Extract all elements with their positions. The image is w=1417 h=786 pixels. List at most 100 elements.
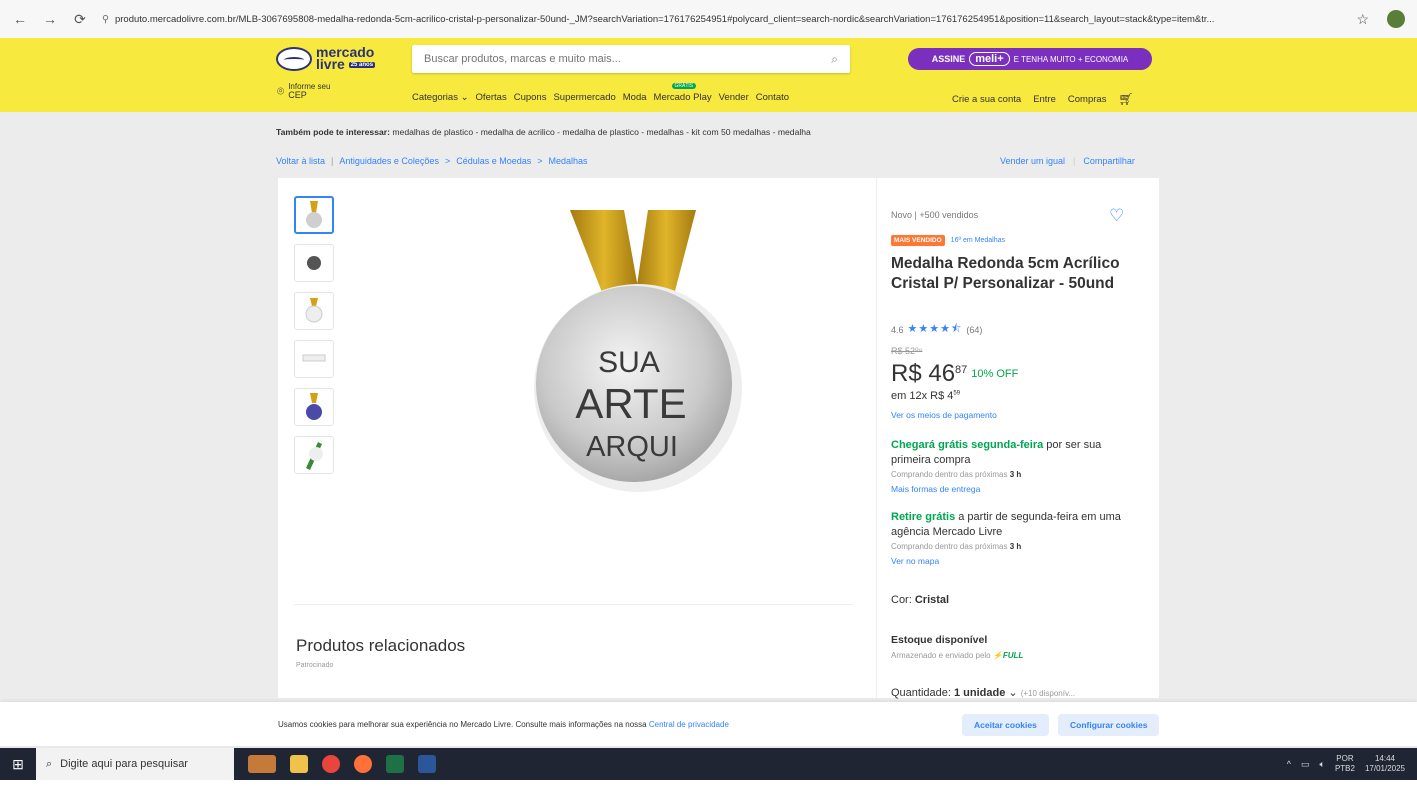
breadcrumb-arrow: >: [444, 156, 451, 166]
installments-cents: 59: [953, 390, 961, 397]
taskbar-search[interactable]: ⌕ Digite aqui para pesquisar: [36, 748, 234, 780]
reload-icon[interactable]: ⟳: [72, 11, 88, 28]
medal-text-line1: SUA: [598, 346, 660, 379]
search-box[interactable]: ⌕: [412, 45, 850, 73]
breadcrumb-antiguidades[interactable]: Antiguidades e Coleções: [339, 156, 439, 166]
tray-chevron-up-icon[interactable]: ^: [1287, 759, 1291, 769]
create-account-link[interactable]: Crie a sua conta: [952, 94, 1021, 105]
current-price: R$ 46 87 10% OFF: [891, 360, 1018, 388]
color-selector[interactable]: Cor: Cristal: [891, 594, 949, 606]
related-searches-links[interactable]: medalhas de plastico - medalha de acrili…: [392, 127, 810, 137]
chevron-down-icon: ⌄: [1008, 687, 1018, 699]
address-bar[interactable]: ⚲ produto.mercadolivre.com.br/MLB-3067695…: [102, 14, 1342, 25]
rating-row[interactable]: 4.6 ★★★★⯪ (64): [891, 320, 982, 339]
more-delivery-options-link[interactable]: Mais formas de entrega: [891, 482, 1127, 496]
thumbnail[interactable]: [294, 292, 334, 330]
pickup-deadline-text: Comprando dentro das próximas: [891, 542, 1008, 551]
bestseller-row: MAIS VENDIDO 16º em Medalhas: [891, 235, 1005, 246]
bottom-strip: [0, 780, 1417, 786]
search-input[interactable]: [424, 53, 832, 65]
nav-mercado-play[interactable]: GRÁTIS Mercado Play: [654, 83, 712, 103]
nav-contato[interactable]: Contato: [756, 92, 789, 103]
bookmark-star-icon[interactable]: ☆: [1356, 11, 1369, 28]
nav-supermercado[interactable]: Supermercado: [553, 92, 615, 103]
user-nav: Crie a sua conta Entre Compras 🛒︎: [952, 92, 1134, 106]
word-icon[interactable]: [418, 755, 436, 773]
purchases-link[interactable]: Compras: [1068, 94, 1107, 105]
breadcrumb-separator: |: [331, 156, 334, 166]
thumbnail[interactable]: [294, 388, 334, 426]
lang-line1: POR: [1336, 754, 1354, 763]
share-link[interactable]: Compartilhar: [1083, 156, 1135, 166]
cep-selector[interactable]: ⌾ Informe seu CEP: [277, 82, 330, 100]
profile-avatar[interactable]: [1387, 10, 1405, 28]
nav-categorias[interactable]: Categorias ⌄: [412, 92, 469, 103]
nav-ofertas[interactable]: Ofertas: [476, 92, 507, 103]
quantity-selector[interactable]: Quantidade: 1 unidade ⌄ (+10 disponív...: [891, 686, 1075, 699]
nav-cupons[interactable]: Cupons: [514, 92, 547, 103]
category-rank-link[interactable]: 16º em Medalhas: [951, 237, 1005, 244]
file-explorer-icon[interactable]: [290, 755, 308, 773]
stock-sub-text: Armazenado e enviado pelo: [891, 651, 991, 660]
breadcrumb-cedulas[interactable]: Cédulas e Moedas: [456, 156, 531, 166]
view-map-link[interactable]: Ver no mapa: [891, 554, 1127, 568]
site-header: mercado livre 25 anos ⌕ ASSINE meli+ E T…: [0, 38, 1417, 112]
news-widget-icon[interactable]: [248, 755, 276, 773]
search-icon[interactable]: ⌕: [831, 52, 838, 67]
configure-cookies-button[interactable]: Configurar cookies: [1058, 714, 1160, 736]
free-pickup-text: Retire grátis: [891, 511, 956, 523]
rating-stars-icon: ★★★★⯪: [907, 323, 963, 335]
language-indicator[interactable]: POR PTB2: [1335, 754, 1355, 774]
sponsored-label: Patrocinado: [296, 662, 334, 669]
nav-moda[interactable]: Moda: [623, 92, 647, 103]
stock-title: Estoque disponível: [891, 634, 988, 646]
clock[interactable]: 14:44 17/01/2025: [1365, 754, 1405, 774]
shipping-deadline-text: Comprando dentro das próximas: [891, 470, 1008, 479]
lang-line2: PTB2: [1334, 764, 1355, 773]
login-link[interactable]: Entre: [1033, 94, 1056, 105]
thumbnail[interactable]: [294, 340, 334, 378]
rating-count: (64): [966, 324, 983, 335]
product-card: SUA ARTE ARQUI Produtos relacionados Pat…: [278, 178, 1159, 699]
location-pin-icon: ⌾: [277, 83, 285, 98]
firefox-icon[interactable]: [354, 755, 372, 773]
quantity-value: 1 unidade: [954, 687, 1006, 699]
buy-box: Novo | +500 vendidos ♡ MAIS VENDIDO 16º …: [876, 178, 1146, 699]
chrome-icon[interactable]: [322, 755, 340, 773]
windows-start-icon[interactable]: ⊞: [0, 748, 36, 780]
meli-plus-banner[interactable]: ASSINE meli+ E TENHA MUITO + ECONOMIA: [908, 48, 1152, 70]
main-product-image[interactable]: SUA ARTE ARQUI: [528, 208, 748, 518]
search-icon: ⌕: [46, 757, 53, 770]
windows-taskbar: ⊞ ⌕ Digite aqui para pesquisar ^ ▭ 🔈︎ PO…: [0, 748, 1417, 780]
favorite-heart-icon[interactable]: ♡: [1109, 206, 1124, 226]
excel-icon[interactable]: [386, 755, 404, 773]
quantity-label: Quantidade:: [891, 687, 951, 699]
section-divider: [294, 604, 854, 605]
anniversary-badge: 25 anos: [348, 62, 376, 69]
related-searches: Também pode te interessar: medalhas de p…: [276, 127, 811, 137]
meli-plus-logo: meli+: [969, 52, 1010, 66]
privacy-center-link[interactable]: Central de privacidade: [649, 720, 729, 729]
cart-icon[interactable]: 🛒︎: [1118, 92, 1133, 106]
rating-value: 4.6: [891, 324, 904, 335]
accept-cookies-button[interactable]: Aceitar cookies: [962, 714, 1049, 736]
breadcrumb-actions: Vender um igual | Compartilhar: [1000, 156, 1135, 166]
pickup-deadline: Comprando dentro das próximas 3 h: [891, 540, 1127, 554]
site-settings-icon[interactable]: ⚲: [102, 14, 109, 25]
sell-same-link[interactable]: Vender um igual: [1000, 156, 1065, 166]
thumbnail-list: [294, 196, 334, 474]
payment-methods-link[interactable]: Ver os meios de pagamento: [891, 410, 997, 420]
promo-text: E TENHA MUITO + ECONOMIA: [1013, 54, 1129, 64]
back-arrow-icon[interactable]: ←: [12, 11, 28, 27]
volume-icon[interactable]: 🔈︎: [1320, 759, 1325, 770]
nav-vender[interactable]: Vender: [719, 92, 749, 103]
system-tray: ^ ▭ 🔈︎ POR PTB2 14:44 17/01/2025: [1287, 754, 1417, 774]
thumbnail[interactable]: [294, 196, 334, 234]
mercado-livre-logo[interactable]: mercado livre 25 anos: [276, 45, 376, 71]
thumbnail[interactable]: [294, 244, 334, 282]
forward-arrow-icon[interactable]: →: [42, 11, 58, 27]
network-icon[interactable]: ▭: [1301, 759, 1310, 770]
thumbnail[interactable]: [294, 436, 334, 474]
breadcrumb-medalhas[interactable]: Medalhas: [549, 156, 588, 166]
back-to-list-link[interactable]: Voltar à lista: [276, 156, 325, 166]
